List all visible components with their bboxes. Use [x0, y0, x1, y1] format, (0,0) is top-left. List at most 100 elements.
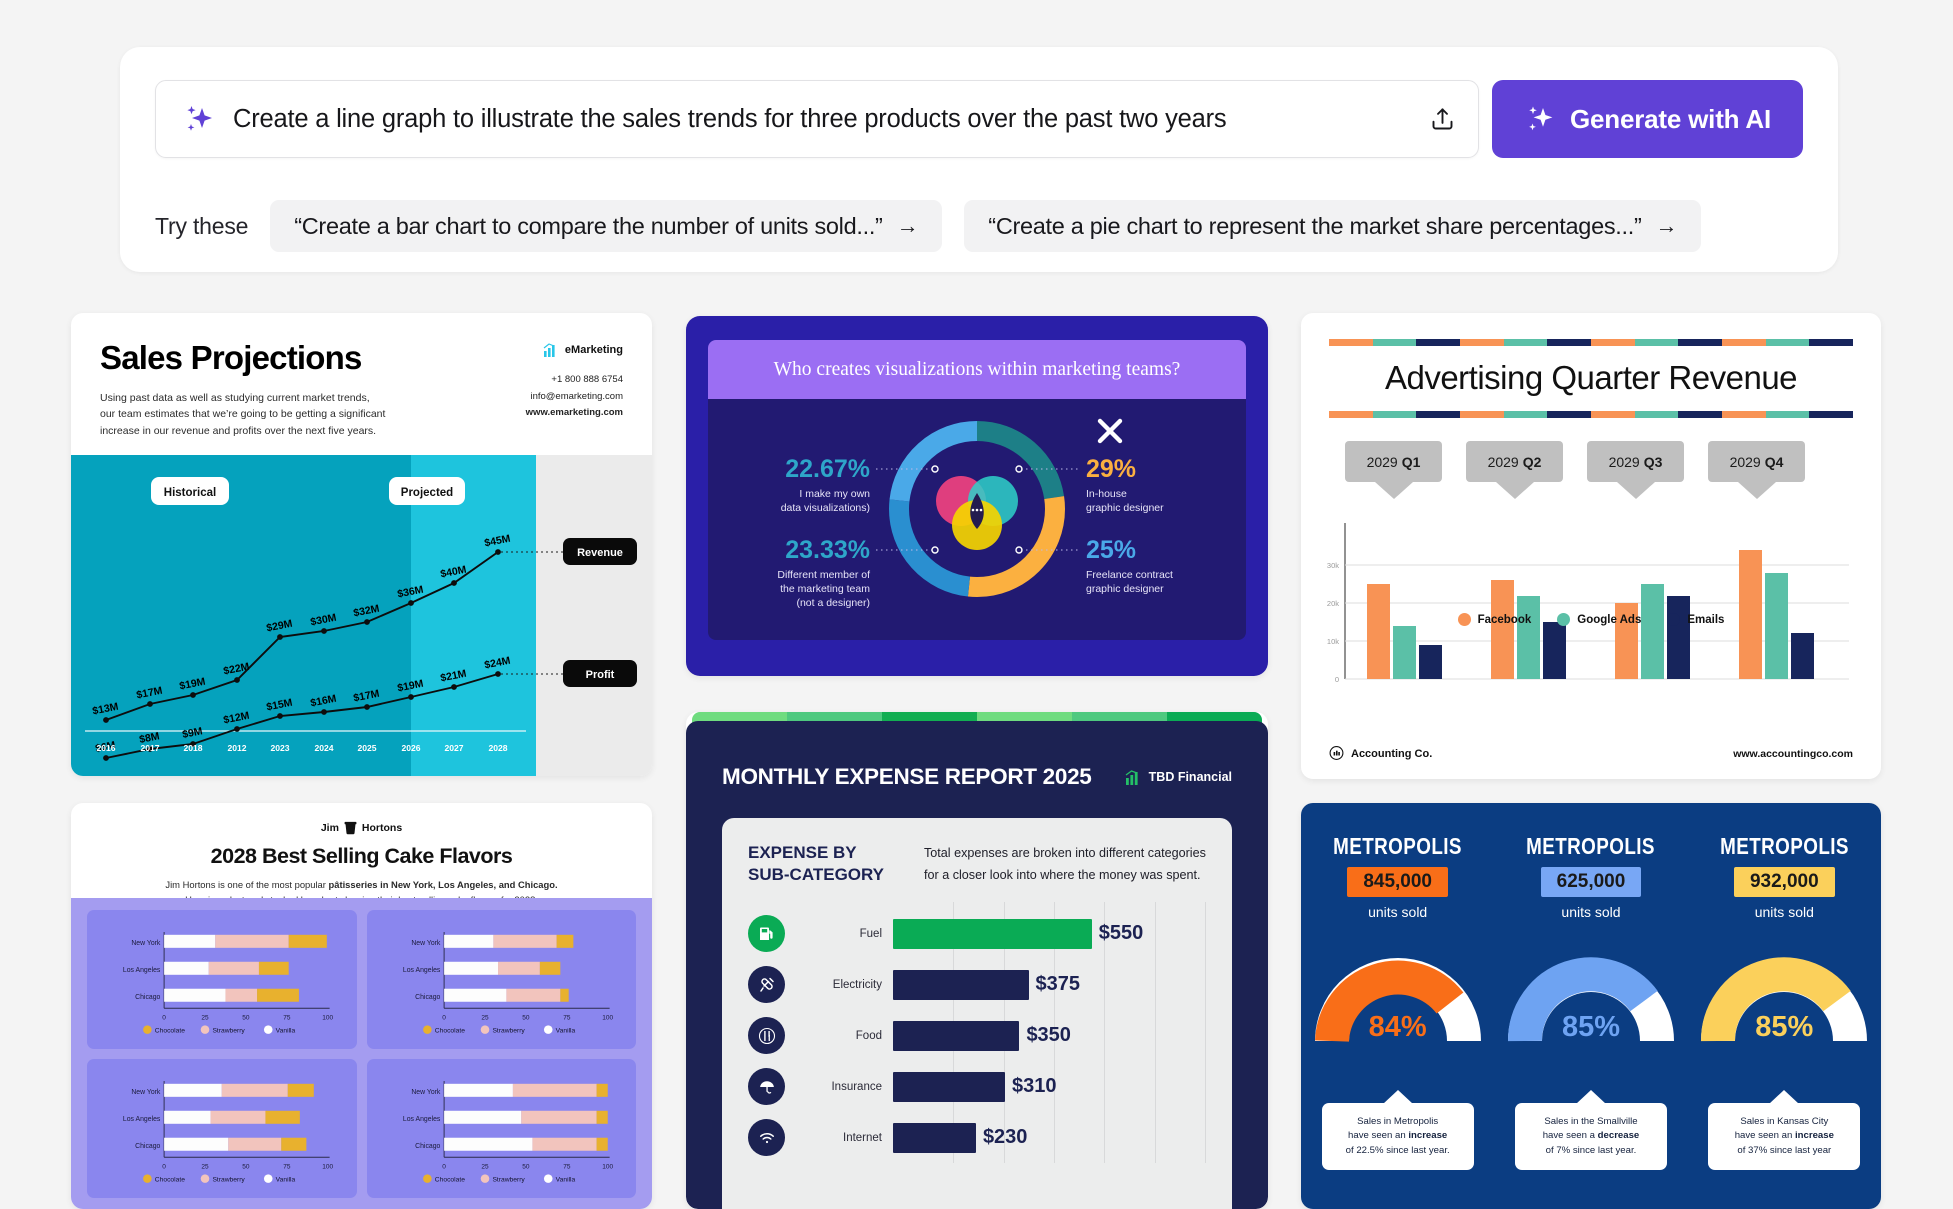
- advertising-legend: Facebook Google Ads Emails: [1301, 613, 1881, 626]
- quarter-tab-q1[interactable]: 2029 Q1: [1345, 441, 1442, 499]
- legend-item-google-ads: Google Ads: [1557, 613, 1641, 626]
- cake-panel[interactable]: New York Los Angeles Chicago 0 25 50 75 100 C…: [366, 910, 636, 1049]
- band-projected: Projected: [401, 487, 453, 499]
- expense-section-desc: Total expenses are broken into different…: [924, 842, 1206, 886]
- svg-text:Los Angeles: Los Angeles: [402, 967, 440, 974]
- tab-year: 2029: [1608, 453, 1640, 470]
- metropolis-col-3: METROPOLIS 932,000 units sold: [1697, 833, 1872, 920]
- svg-text:Chocolate: Chocolate: [155, 1176, 185, 1183]
- expense-bar: [893, 1122, 976, 1153]
- viz-heading: Who creates visualizations within market…: [773, 358, 1181, 380]
- cake-panel[interactable]: New York Los Angeles Chicago 0 25 50 75 100 C…: [87, 910, 357, 1049]
- svg-text:25: 25: [201, 1014, 209, 1021]
- tab-year: 2029: [1729, 453, 1761, 470]
- section-title-line1: EXPENSE BY: [748, 843, 857, 862]
- prompt-value[interactable]: Create a line graph to illustrate the sa…: [233, 105, 1424, 134]
- viz-inner: Who creates visualizations within market…: [708, 340, 1246, 640]
- note-line3: of 37% since last year: [1737, 1144, 1832, 1156]
- expense-label: Internet: [843, 1131, 882, 1144]
- expense-label: Insurance: [831, 1080, 882, 1093]
- svg-text:50: 50: [242, 1163, 250, 1170]
- suggestion-chip-pie-chart[interactable]: “Create a pie chart to represent the mar…: [964, 200, 1702, 252]
- svg-text:25: 25: [481, 1014, 489, 1021]
- svg-text:New York: New York: [131, 940, 161, 947]
- suggestion-chip-bar-chart[interactable]: “Create a bar chart to compare the numbe…: [270, 200, 943, 252]
- arrow-right-icon: →: [1655, 213, 1678, 238]
- gauge-kansas-city: 85%: [1697, 955, 1872, 1047]
- expense-rows: Fuel $550 Electricity $375 Food $350 Ins…: [748, 902, 1206, 1164]
- footer-brand: Accounting Co.: [1351, 747, 1433, 760]
- expense-bar: [893, 1071, 1006, 1102]
- template-card-expense-report[interactable]: MONTHLY EXPENSE REPORT 2025 TBD Financia…: [686, 712, 1268, 1209]
- svg-text:50: 50: [242, 1014, 250, 1021]
- svg-text:25: 25: [201, 1163, 209, 1170]
- svg-text:In-house: In-house: [1086, 488, 1127, 500]
- svg-text:50: 50: [522, 1163, 530, 1170]
- svg-text:100: 100: [322, 1163, 333, 1170]
- suggestion-text: “Create a bar chart to compare the numbe…: [294, 212, 883, 239]
- generate-with-ai-button[interactable]: Generate with AI: [1492, 80, 1803, 158]
- speech-chart-icon: [1329, 746, 1344, 761]
- svg-text:Los Angeles: Los Angeles: [402, 1116, 440, 1123]
- desc-line2: for a closer look into where the money w…: [924, 868, 1201, 883]
- advertising-bar-chart: 0 10k 20k 30k: [1327, 523, 1849, 684]
- svg-text:0: 0: [162, 1014, 166, 1021]
- metropolis-notes: Sales in Metropolis have seen an increas…: [1301, 1103, 1881, 1171]
- note-line3: of 22.5% since last year.: [1345, 1144, 1450, 1156]
- note-line2: have seen an: [1734, 1130, 1795, 1142]
- note-line1: Sales in the Smallville: [1544, 1116, 1638, 1127]
- cutlery-icon: [748, 1017, 785, 1055]
- svg-text:20k: 20k: [1327, 599, 1339, 608]
- quarter-tabs: 2029 Q1 2029 Q2 2029 Q3 2029 Q4: [1345, 441, 1805, 499]
- prompt-panel: Create a line graph to illustrate the sa…: [120, 47, 1838, 272]
- svg-text:100: 100: [602, 1014, 613, 1021]
- expense-brand-name: TBD Financial: [1148, 770, 1232, 784]
- quarter-tab-q2[interactable]: 2029 Q2: [1466, 441, 1563, 499]
- viz-stat-value: 29%: [1086, 455, 1136, 483]
- svg-text:Strawberry: Strawberry: [492, 1027, 525, 1034]
- svg-text:0: 0: [442, 1163, 446, 1170]
- prompt-input[interactable]: Create a line graph to illustrate the sa…: [155, 80, 1479, 158]
- section-title-line2: SUB-CATEGORY: [748, 865, 884, 885]
- svg-text:graphic designer: graphic designer: [1086, 502, 1164, 514]
- note-line1: Sales in Kansas City: [1740, 1116, 1829, 1127]
- svg-text:Chicago: Chicago: [135, 994, 160, 1001]
- units-badge: 932,000: [1733, 867, 1835, 897]
- gauge-percent: 84%: [1368, 1011, 1427, 1043]
- brand-phone: +1 800 888 6754: [551, 374, 623, 385]
- svg-text:New York: New York: [411, 1089, 441, 1096]
- expense-value: $350: [1026, 1024, 1071, 1047]
- top-rule: [1329, 339, 1854, 346]
- svg-text:Chocolate: Chocolate: [155, 1027, 185, 1034]
- template-card-visualizations-survey[interactable]: Who creates visualizations within market…: [686, 316, 1268, 676]
- metropolis-columns: METROPOLIS 845,000 units sold METROPOLIS…: [1301, 833, 1881, 920]
- legend-revenue: Revenue: [577, 547, 623, 559]
- template-card-sales-projections[interactable]: Sales Projections Using past data as wel…: [71, 313, 652, 776]
- svg-text:50: 50: [522, 1014, 530, 1021]
- tab-notch: [1374, 482, 1413, 499]
- bar-chart-icon: [542, 342, 559, 358]
- expense-bar: [893, 969, 1029, 1000]
- svg-text:Chocolate: Chocolate: [434, 1027, 464, 1034]
- quarter-tab-q4[interactable]: 2029 Q4: [1708, 441, 1805, 499]
- svg-text:Different member of: Different member of: [777, 569, 870, 581]
- legend-swatch: [1457, 613, 1471, 626]
- tab-notch: [1495, 482, 1534, 499]
- quarter-tab-q3[interactable]: 2029 Q3: [1587, 441, 1684, 499]
- svg-text:Los Angeles: Los Angeles: [123, 1116, 161, 1123]
- metropolis-col-1: METROPOLIS 845,000 units sold: [1310, 833, 1485, 920]
- svg-text:Strawberry: Strawberry: [212, 1176, 245, 1183]
- svg-text:the marketing team: the marketing team: [780, 583, 870, 595]
- note-emphasis: increase: [1794, 1130, 1834, 1142]
- template-card-cake-flavors[interactable]: Jim Hortons Jim Hortons 2028 Best Sellin…: [71, 803, 652, 1209]
- upload-icon[interactable]: [1424, 101, 1460, 137]
- expense-title: MONTHLY EXPENSE REPORT 2025: [722, 764, 1092, 789]
- expense-label: Electricity: [832, 978, 882, 991]
- metropolis-col-2: METROPOLIS 625,000 units sold: [1503, 833, 1678, 920]
- template-card-advertising-revenue[interactable]: Advertising Quarter Revenue 2029 Q1 2029 Q…: [1301, 313, 1881, 779]
- template-card-metropolis-sales[interactable]: METROPOLIS 845,000 units sold METROPOLIS…: [1301, 803, 1881, 1209]
- tab-quarter: Q1: [1401, 453, 1421, 470]
- cake-panel[interactable]: New York Los Angeles Chicago 0 25 50 75 100 C…: [87, 1058, 357, 1198]
- svg-text:2017: 2017: [140, 743, 159, 753]
- cake-panel[interactable]: New York Los Angeles Chicago 0 25 50 75 100 C…: [366, 1058, 636, 1198]
